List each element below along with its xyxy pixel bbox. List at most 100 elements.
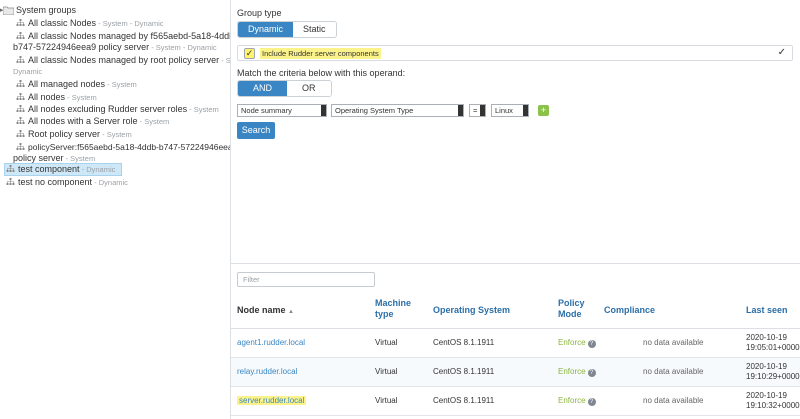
- tree-item[interactable]: All nodes with a Server role - System: [16, 116, 169, 127]
- table-row[interactable]: agent1.rudder.local Virtual CentOS 8.1.1…: [231, 329, 800, 358]
- search-button[interactable]: Search: [237, 122, 275, 139]
- tree-root-system-groups[interactable]: System groups: [16, 5, 76, 16]
- criteria-comparator-value: =: [473, 106, 478, 115]
- policy-mode-value: Enforce: [558, 338, 586, 347]
- header-compliance[interactable]: Compliance: [604, 305, 655, 316]
- tree-item-sub: - System - Dynamic: [96, 19, 164, 28]
- folder-icon: [3, 6, 14, 15]
- tree-item-label: Root policy server: [28, 129, 101, 139]
- include-server-components-label: Include Rudder server components: [260, 48, 381, 59]
- os-cell: CentOS 8.1.1911: [433, 338, 495, 347]
- include-server-components-checkbox[interactable]: ✓: [244, 48, 255, 59]
- last-seen-time: 19:05:01+0000: [746, 343, 800, 352]
- node-group-icon: [16, 19, 25, 26]
- compliance-cell: no data available: [643, 338, 704, 347]
- operand-or-button[interactable]: OR: [287, 81, 331, 96]
- tree-item-label: All classic Nodes managed by root policy…: [28, 55, 220, 65]
- criteria-object-select[interactable]: Node summary: [237, 104, 327, 117]
- tree-item[interactable]: policyServer:f565aebd-5a18-4ddb-b747-572…: [13, 142, 231, 164]
- tree-item-label: policyServer:f565aebd-5a18-4ddb-b747-572…: [28, 142, 231, 152]
- tree-item-sub: - System: [105, 80, 137, 89]
- criteria-value-select[interactable]: Linux: [491, 104, 529, 117]
- select-arrow-icon: [458, 105, 463, 116]
- tree-item[interactable]: Root policy server - System: [16, 129, 132, 140]
- group-type-toggle: Dynamic Static: [237, 21, 337, 38]
- tree-item[interactable]: All nodes excluding Rudder server roles …: [16, 104, 219, 115]
- criteria-attribute-select[interactable]: Operating System Type: [331, 104, 464, 117]
- header-machine-type-line1: Machine: [375, 298, 412, 308]
- add-criteria-button[interactable]: +: [538, 105, 549, 116]
- machine-type-cell: Virtual: [375, 338, 398, 347]
- table-row[interactable]: relay.rudder.local Virtual CentOS 8.1.19…: [231, 358, 800, 387]
- machine-type-cell: Virtual: [375, 367, 398, 376]
- tree-item[interactable]: All managed nodes - System: [16, 79, 137, 90]
- node-name-link[interactable]: relay.rudder.local: [237, 367, 297, 377]
- policy-mode-value: Enforce: [558, 396, 586, 405]
- tree-root-label: System groups: [16, 5, 77, 15]
- tree-group-label: test no component: [18, 177, 93, 187]
- tree-item-label: All nodes excluding Rudder server roles: [28, 104, 188, 114]
- help-icon[interactable]: ?: [587, 398, 596, 406]
- criteria-value-value: Linux: [495, 106, 513, 115]
- filter-input[interactable]: Filter: [237, 272, 375, 287]
- tree-item-sub: - System: [65, 93, 97, 102]
- node-name-link[interactable]: agent1.rudder.local: [237, 338, 305, 348]
- sort-ascending-icon: ▲: [288, 309, 294, 315]
- header-node-name[interactable]: Node name ▲: [237, 305, 294, 318]
- policy-mode-value: Enforce: [558, 367, 586, 376]
- node-group-icon: [16, 56, 25, 63]
- tree-item-sub: - System: [63, 154, 96, 163]
- tree-item-label: All managed nodes: [28, 79, 106, 89]
- group-type-dynamic-button[interactable]: Dynamic: [238, 22, 294, 37]
- operand-and-button[interactable]: AND: [238, 81, 288, 96]
- tree-item-label: All classic Nodes: [28, 18, 97, 28]
- last-seen-cell: 2020-10-19 19:10:32+0000: [746, 391, 800, 411]
- node-group-icon: [6, 178, 15, 185]
- policy-mode-cell: Enforce?: [558, 338, 596, 348]
- tree-group-test-component[interactable]: test component - Dynamic: [6, 164, 115, 175]
- node-name-highlight: server.rudder.local: [237, 396, 307, 405]
- table-row[interactable]: server.rudder.local Virtual CentOS 8.1.1…: [231, 387, 800, 416]
- tree-item[interactable]: All nodes - System: [16, 92, 97, 103]
- criteria-comparator-select[interactable]: =: [469, 104, 486, 117]
- group-tree: ▸ System groups All classic Nodes - Syst…: [0, 0, 231, 419]
- operand-label: Match the criteria below with this opera…: [237, 68, 406, 78]
- operand-toggle: AND OR: [237, 80, 332, 97]
- tree-item-sub: - System - Dynamic: [149, 43, 217, 52]
- tree-item[interactable]: All classic Nodes - System - Dynamic: [16, 18, 164, 29]
- header-last-seen[interactable]: Last seen: [746, 305, 788, 316]
- tree-item[interactable]: All classic Nodes managed by f565aebd-5a…: [13, 31, 230, 53]
- help-icon[interactable]: ?: [587, 369, 596, 377]
- tree-item[interactable]: All classic Nodes managed by root policy…: [13, 55, 230, 77]
- node-group-icon: [16, 32, 25, 39]
- criteria-object-value: Node summary: [241, 106, 292, 115]
- header-machine-type[interactable]: Machine type: [375, 298, 411, 320]
- compliance-cell: no data available: [643, 367, 704, 376]
- group-type-label: Group type: [237, 8, 282, 18]
- last-seen-time: 19:10:29+0000: [746, 372, 800, 381]
- header-policy-mode-line1: Policy: [558, 298, 585, 308]
- select-arrow-icon: [523, 105, 528, 116]
- tree-item-sub-cont: Dynamic: [13, 67, 43, 76]
- node-name-link[interactable]: server.rudder.local: [237, 396, 307, 406]
- group-detail-panel: Group type Dynamic Static ✓ Include Rudd…: [231, 0, 800, 419]
- help-icon[interactable]: ?: [587, 340, 596, 348]
- last-seen-time: 19:10:32+0000: [746, 401, 800, 410]
- tree-item-label: All nodes with a Server role: [28, 116, 138, 126]
- group-type-static-button[interactable]: Static: [293, 22, 336, 37]
- checkmark-icon: ✓: [777, 47, 786, 58]
- select-arrow-icon: [480, 105, 485, 116]
- tree-item-label: All nodes: [28, 92, 66, 102]
- last-seen-date: 2020-10-19: [746, 333, 787, 342]
- tree-group-test-no-component[interactable]: test no component - Dynamic: [6, 177, 128, 188]
- tree-group-sub: - Dynamic: [79, 165, 116, 174]
- node-group-icon: [16, 130, 25, 137]
- last-seen-date: 2020-10-19: [746, 362, 787, 371]
- tree-group-sub: - Dynamic: [92, 178, 128, 187]
- policy-mode-cell: Enforce?: [558, 396, 596, 406]
- include-server-components-row[interactable]: ✓ Include Rudder server components ✓: [237, 45, 793, 61]
- header-operating-system[interactable]: Operating System: [433, 305, 510, 316]
- last-seen-cell: 2020-10-19 19:10:29+0000: [746, 362, 800, 382]
- header-policy-mode[interactable]: Policy Mode: [558, 298, 585, 320]
- header-machine-type-line2: type: [375, 309, 394, 319]
